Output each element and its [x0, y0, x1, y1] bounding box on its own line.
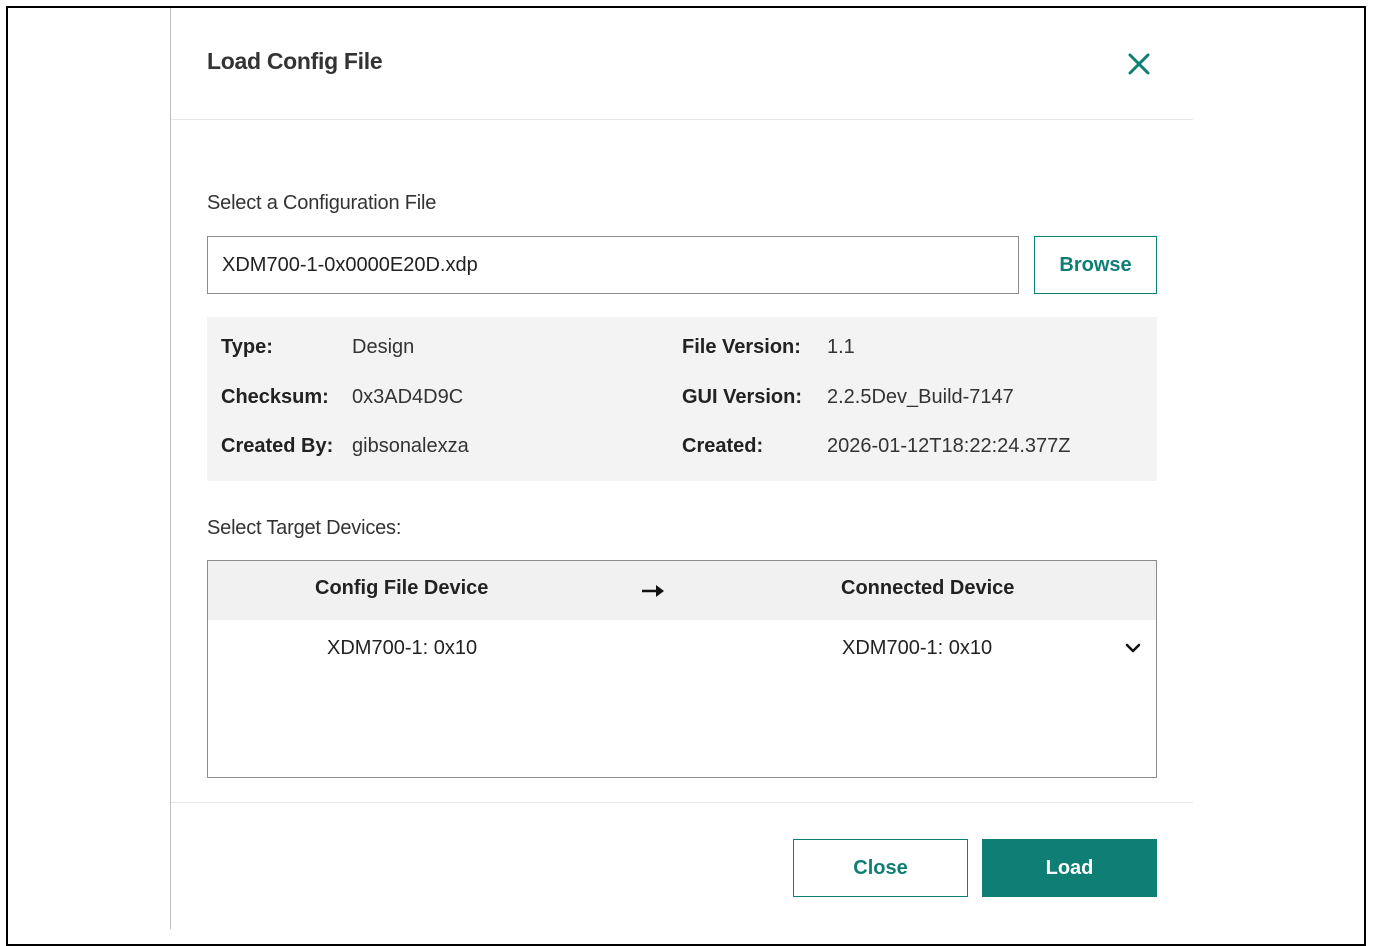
config-device-cell: XDM700-1: 0x10	[327, 637, 478, 659]
gui-version-label: GUI Version:	[682, 386, 803, 408]
checksum-label: Checksum:	[221, 386, 329, 408]
type-value: Design	[352, 336, 415, 358]
connected-device-header: Connected Device	[841, 577, 1015, 599]
created-by-label: Created By:	[221, 435, 334, 457]
config-file-path-input[interactable]	[207, 236, 1019, 294]
chevron-down-icon[interactable]	[1124, 641, 1142, 655]
browse-button[interactable]: Browse	[1034, 236, 1157, 294]
config-file-device-header: Config File Device	[315, 577, 489, 599]
load-button[interactable]: Load	[982, 839, 1157, 897]
created-label: Created:	[682, 435, 764, 457]
close-icon[interactable]	[1125, 50, 1153, 78]
table-header: Config File Device Connected Device	[208, 561, 1156, 620]
created-by-value: gibsonalexza	[352, 435, 469, 457]
footer-divider	[171, 802, 1193, 803]
file-version-value: 1.1	[827, 336, 855, 358]
checksum-value: 0x3AD4D9C	[352, 386, 464, 408]
target-devices-table: Config File Device Connected Device XDM7…	[207, 560, 1157, 778]
gui-version-value: 2.2.5Dev_Build-7147	[827, 386, 1014, 408]
target-devices-label: Select Target Devices:	[207, 517, 402, 539]
type-label: Type:	[221, 336, 273, 358]
right-arrow-icon	[640, 581, 666, 601]
connected-device-value: XDM700-1: 0x10	[842, 637, 993, 659]
load-config-dialog: Load Config File Select a Configuration …	[171, 8, 1193, 929]
file-version-label: File Version:	[682, 336, 801, 358]
file-select-label: Select a Configuration File	[207, 192, 437, 214]
created-value: 2026-01-12T18:22:24.377Z	[827, 435, 1071, 457]
file-info-panel: Type: Design Checksum: 0x3AD4D9C Created…	[207, 317, 1157, 481]
dialog-title: Load Config File	[207, 48, 383, 74]
close-button[interactable]: Close	[793, 839, 968, 897]
header-divider	[171, 119, 1193, 120]
